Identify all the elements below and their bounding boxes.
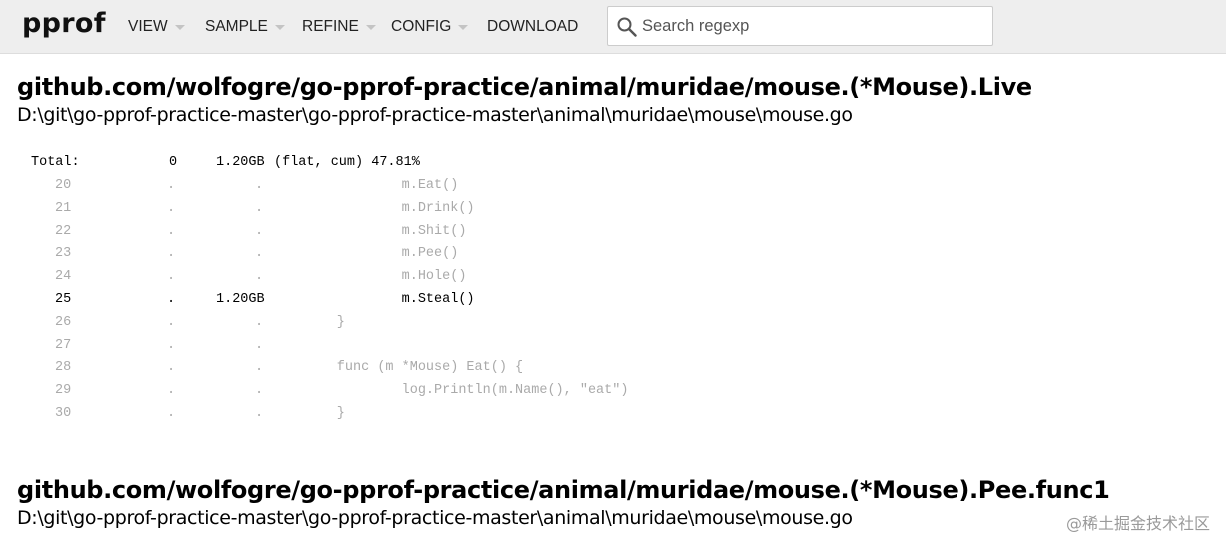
source-file-path: D:\git\go-pprof-practice-master\go-pprof… — [17, 507, 853, 529]
line-number: 27 — [55, 337, 72, 353]
source-code: log.Println(m.Name(), "eat") — [272, 383, 629, 399]
menu-refine-label: REFINE — [302, 18, 359, 35]
cum-value: . — [255, 269, 264, 285]
flat-value: . — [167, 292, 176, 307]
menu-sample-label: SAMPLE — [205, 18, 268, 35]
source-code: m.Drink() — [272, 200, 475, 216]
flat-value: . — [167, 360, 176, 376]
function-title: github.com/wolfogre/go-pprof-practice/an… — [17, 476, 1110, 504]
search-input[interactable] — [642, 13, 982, 39]
source-line-row: 26.. } — [31, 313, 731, 333]
menu-view[interactable]: VIEW — [128, 18, 185, 36]
source-code: m.Steal() — [272, 292, 475, 307]
source-code: m.Pee() — [272, 246, 459, 262]
line-number: 22 — [55, 223, 72, 239]
line-number: 24 — [55, 269, 72, 285]
watermark: @稀土掘金技术社区 — [1065, 514, 1210, 533]
cum-value: . — [255, 383, 264, 399]
flat-value: . — [167, 406, 176, 421]
source-line-row: 29.. log.Println(m.Name(), "eat") — [31, 381, 731, 401]
total-cum: 1.20GB — [216, 155, 265, 170]
menu-sample[interactable]: SAMPLE — [205, 18, 285, 36]
line-number: 28 — [55, 360, 72, 376]
source-code: func (m *Mouse) Eat() { — [272, 360, 524, 376]
top-navbar: pprof VIEW SAMPLE REFINE CONFIG DOWNLOAD — [0, 0, 1226, 54]
cum-value: . — [255, 406, 264, 421]
flat-value: . — [167, 314, 176, 330]
line-number: 23 — [55, 246, 72, 262]
line-number: 20 — [55, 178, 72, 193]
caret-down-icon — [274, 25, 285, 30]
function-title: github.com/wolfogre/go-pprof-practice/an… — [17, 73, 1032, 101]
cum-value: . — [255, 223, 264, 239]
cum-value: . — [255, 360, 264, 376]
line-number: 29 — [55, 383, 72, 399]
source-section-pee-func1: github.com/wolfogre/go-pprof-practice/an… — [17, 476, 1110, 529]
cum-value: 1.20GB — [216, 292, 265, 307]
source-code: m.Shit() — [272, 223, 467, 239]
line-number: 30 — [55, 406, 72, 421]
cum-value: . — [255, 314, 264, 330]
menu-config-label: CONFIG — [391, 18, 452, 35]
line-number: 26 — [55, 314, 72, 330]
flat-value: . — [167, 246, 176, 262]
source-line-row: 28.. func (m *Mouse) Eat() { — [31, 358, 731, 378]
total-row: Total: 0 1.20GB (flat, cum) 47.81% — [31, 153, 731, 173]
source-code: m.Eat() — [272, 178, 459, 193]
source-section-live: github.com/wolfogre/go-pprof-practice/an… — [17, 73, 1032, 126]
menu-download[interactable]: DOWNLOAD — [487, 18, 578, 36]
menu-download-label: DOWNLOAD — [487, 18, 579, 35]
source-line-row: 30.. } — [31, 404, 731, 424]
flat-value: . — [167, 200, 176, 216]
source-code: } — [272, 406, 345, 421]
menu-config[interactable]: CONFIG — [391, 18, 469, 36]
source-line-row: 24.. m.Hole() — [31, 267, 731, 287]
flat-value: . — [167, 178, 176, 193]
flat-value: . — [167, 337, 176, 353]
cum-value: . — [255, 337, 264, 353]
line-number: 25 — [55, 292, 72, 307]
search-icon — [617, 17, 637, 37]
menu-view-label: VIEW — [128, 18, 168, 35]
source-line-row: 23.. m.Pee() — [31, 244, 731, 264]
source-line-row: 25. 1.20GB m.Steal() — [31, 290, 731, 310]
flat-value: . — [167, 269, 176, 285]
source-line-row: 20.. m.Eat() — [31, 176, 731, 196]
source-code: m.Hole() — [272, 269, 467, 285]
pprof-logo[interactable]: pprof — [22, 8, 106, 39]
total-note: (flat, cum) 47.81% — [274, 155, 420, 170]
flat-value: . — [167, 383, 176, 399]
flat-value: . — [167, 223, 176, 239]
source-file-path: D:\git\go-pprof-practice-master\go-pprof… — [17, 104, 853, 126]
source-line-row: 22.. m.Shit() — [31, 222, 731, 242]
cum-value: . — [255, 178, 264, 193]
source-line-row: 21.. m.Drink() — [31, 199, 731, 219]
search-box[interactable] — [607, 6, 993, 46]
caret-down-icon — [365, 25, 376, 30]
source-code: } — [272, 314, 345, 330]
menu-refine[interactable]: REFINE — [302, 18, 376, 36]
total-flat: 0 — [169, 155, 178, 170]
total-label: Total: — [31, 155, 80, 170]
cum-value: . — [255, 200, 264, 216]
line-number: 21 — [55, 200, 72, 216]
caret-down-icon — [174, 25, 185, 30]
caret-down-icon — [458, 25, 469, 30]
cum-value: . — [255, 246, 264, 262]
source-line-row: 27.. — [31, 336, 731, 356]
